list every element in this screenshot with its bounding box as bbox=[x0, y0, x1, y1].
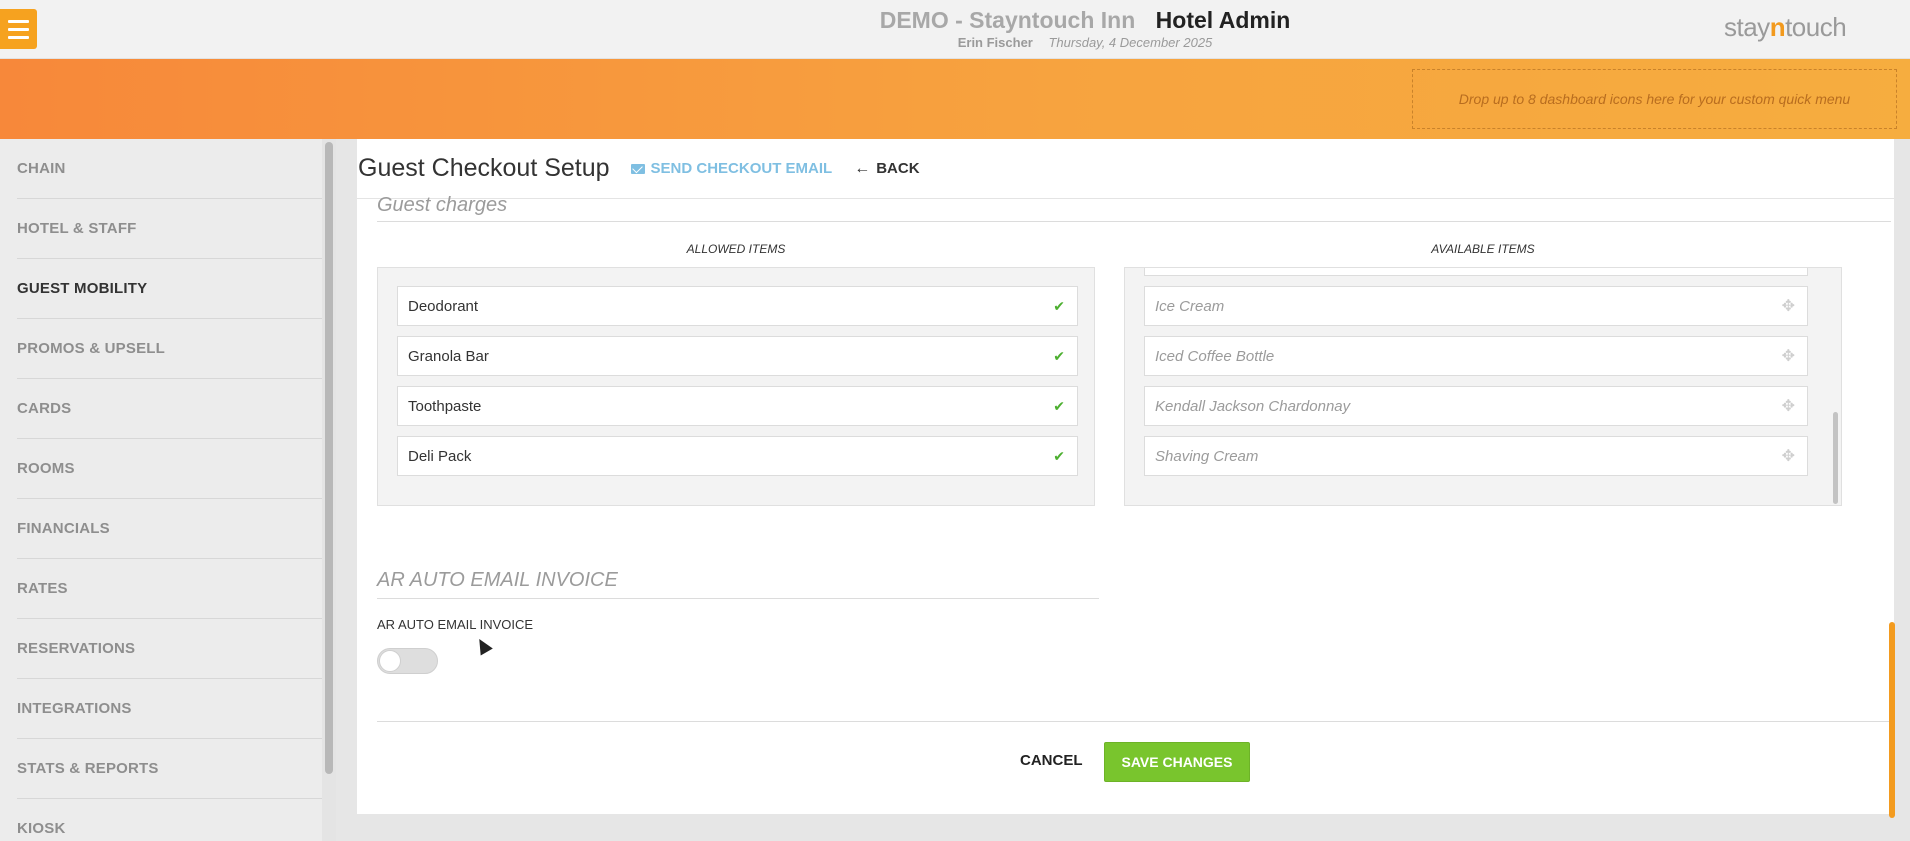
available-item[interactable]: Ice Cream ✥ bbox=[1144, 286, 1808, 326]
sidebar-item-reservations[interactable]: RESERVATIONS bbox=[17, 619, 322, 679]
sidebar-item-promos-upsell[interactable]: PROMOS & UPSELL bbox=[17, 319, 322, 379]
divider bbox=[377, 598, 1099, 599]
allowed-item[interactable]: Toothpaste ✔ bbox=[397, 386, 1078, 426]
guest-charges-title: Guest charges bbox=[377, 194, 508, 216]
toggle-knob bbox=[379, 650, 401, 672]
ar-auto-email-toggle[interactable] bbox=[377, 648, 438, 674]
mail-icon bbox=[630, 163, 645, 174]
quick-menu-band: Drop up to 8 dashboard icons here for yo… bbox=[0, 59, 1910, 139]
drag-handle-icon[interactable]: ✥ bbox=[1782, 446, 1795, 466]
drag-handle-icon[interactable]: ✥ bbox=[1782, 296, 1795, 316]
sidebar-item-rates[interactable]: RATES bbox=[17, 559, 322, 619]
user-name: Erin Fischer bbox=[957, 35, 1033, 50]
available-item[interactable]: Kendall Jackson Chardonnay ✥ bbox=[1144, 386, 1808, 426]
sidebar-item-integrations[interactable]: INTEGRATIONS bbox=[17, 679, 322, 739]
sidebar-item-cards[interactable]: CARDS bbox=[17, 379, 322, 439]
sidebar: CHAIN HOTEL & STAFF GUEST MOBILITY PROMO… bbox=[0, 139, 322, 841]
allowed-item-label: Deli Pack bbox=[408, 447, 472, 465]
allowed-item[interactable]: Deli Pack ✔ bbox=[397, 436, 1078, 476]
back-label: BACK bbox=[876, 160, 920, 177]
allowed-items-list[interactable]: Deodorant ✔ Granola Bar ✔ Toothpaste ✔ D… bbox=[377, 267, 1095, 506]
sidebar-item-guest-mobility[interactable]: GUEST MOBILITY bbox=[17, 259, 322, 319]
available-item-partial bbox=[1144, 268, 1808, 276]
sidebar-item-chain[interactable]: CHAIN bbox=[17, 139, 322, 199]
divider bbox=[377, 221, 1891, 222]
top-bar: DEMO - Stayntouch Inn Hotel Admin Erin F… bbox=[0, 0, 1910, 59]
quick-menu-dropzone[interactable]: Drop up to 8 dashboard icons here for yo… bbox=[1412, 69, 1897, 129]
current-date: Thursday, 4 December 2025 bbox=[1048, 35, 1213, 50]
content-scrollbar-thumb[interactable] bbox=[1889, 622, 1895, 818]
app-title: Hotel Admin bbox=[1155, 7, 1291, 33]
allowed-item[interactable]: Deodorant ✔ bbox=[397, 286, 1078, 326]
stayntouch-logo: stayntouch bbox=[1724, 12, 1847, 42]
available-item-label: Ice Cream bbox=[1155, 297, 1225, 315]
page-title: Guest Checkout Setup bbox=[358, 154, 610, 182]
available-items-scrollbar-thumb[interactable] bbox=[1833, 412, 1838, 504]
allowed-item-label: Granola Bar bbox=[408, 347, 489, 365]
save-changes-button[interactable]: SAVE CHANGES bbox=[1104, 742, 1250, 782]
available-item[interactable]: Iced Coffee Bottle ✥ bbox=[1144, 336, 1808, 376]
sidebar-scrollbar-thumb[interactable] bbox=[325, 142, 333, 774]
allowed-item[interactable]: Granola Bar ✔ bbox=[397, 336, 1078, 376]
back-button[interactable]: ← BACK bbox=[854, 160, 919, 178]
check-icon: ✔ bbox=[1053, 397, 1065, 414]
allowed-items-header: ALLOWED ITEMS bbox=[686, 242, 786, 256]
sidebar-item-financials[interactable]: FINANCIALS bbox=[17, 499, 322, 559]
drag-handle-icon[interactable]: ✥ bbox=[1782, 346, 1795, 366]
check-icon: ✔ bbox=[1053, 297, 1065, 314]
allowed-item-label: Toothpaste bbox=[408, 397, 482, 415]
panel-header: Guest Checkout Setup SEND CHECKOUT EMAIL… bbox=[357, 139, 1894, 199]
available-item-label: Shaving Cream bbox=[1155, 447, 1259, 465]
allowed-item-label: Deodorant bbox=[408, 297, 479, 315]
footer-divider bbox=[377, 721, 1891, 722]
back-arrow-icon: ← bbox=[854, 159, 871, 177]
available-items-list[interactable]: Ice Cream ✥ Iced Coffee Bottle ✥ Kendall… bbox=[1124, 267, 1842, 506]
available-item-label: Iced Coffee Bottle bbox=[1155, 347, 1275, 365]
drag-handle-icon[interactable]: ✥ bbox=[1782, 396, 1795, 416]
content-panel: Guest Checkout Setup SEND CHECKOUT EMAIL… bbox=[357, 139, 1894, 814]
check-icon: ✔ bbox=[1053, 347, 1065, 364]
send-checkout-email-label: SEND CHECKOUT EMAIL bbox=[650, 160, 833, 177]
ar-auto-email-section-title: AR AUTO EMAIL INVOICE bbox=[377, 569, 618, 591]
available-items-header: AVAILABLE ITEMS bbox=[1431, 242, 1535, 256]
cancel-button[interactable]: CANCEL bbox=[1020, 752, 1083, 769]
sidebar-item-kiosk[interactable]: KIOSK bbox=[17, 799, 322, 841]
available-item-label: Kendall Jackson Chardonnay bbox=[1155, 397, 1351, 415]
check-icon: ✔ bbox=[1053, 447, 1065, 464]
sidebar-item-rooms[interactable]: ROOMS bbox=[17, 439, 322, 499]
ar-auto-email-label: AR AUTO EMAIL INVOICE bbox=[377, 617, 534, 632]
sidebar-item-hotel-staff[interactable]: HOTEL & STAFF bbox=[17, 199, 322, 259]
header-title-block: DEMO - Stayntouch Inn Hotel Admin Erin F… bbox=[0, 6, 1910, 50]
send-checkout-email-link[interactable]: SEND CHECKOUT EMAIL bbox=[630, 160, 833, 177]
available-item[interactable]: Shaving Cream ✥ bbox=[1144, 436, 1808, 476]
hotel-name: DEMO - Stayntouch Inn bbox=[879, 7, 1136, 33]
sidebar-item-stats-reports[interactable]: STATS & REPORTS bbox=[17, 739, 322, 799]
